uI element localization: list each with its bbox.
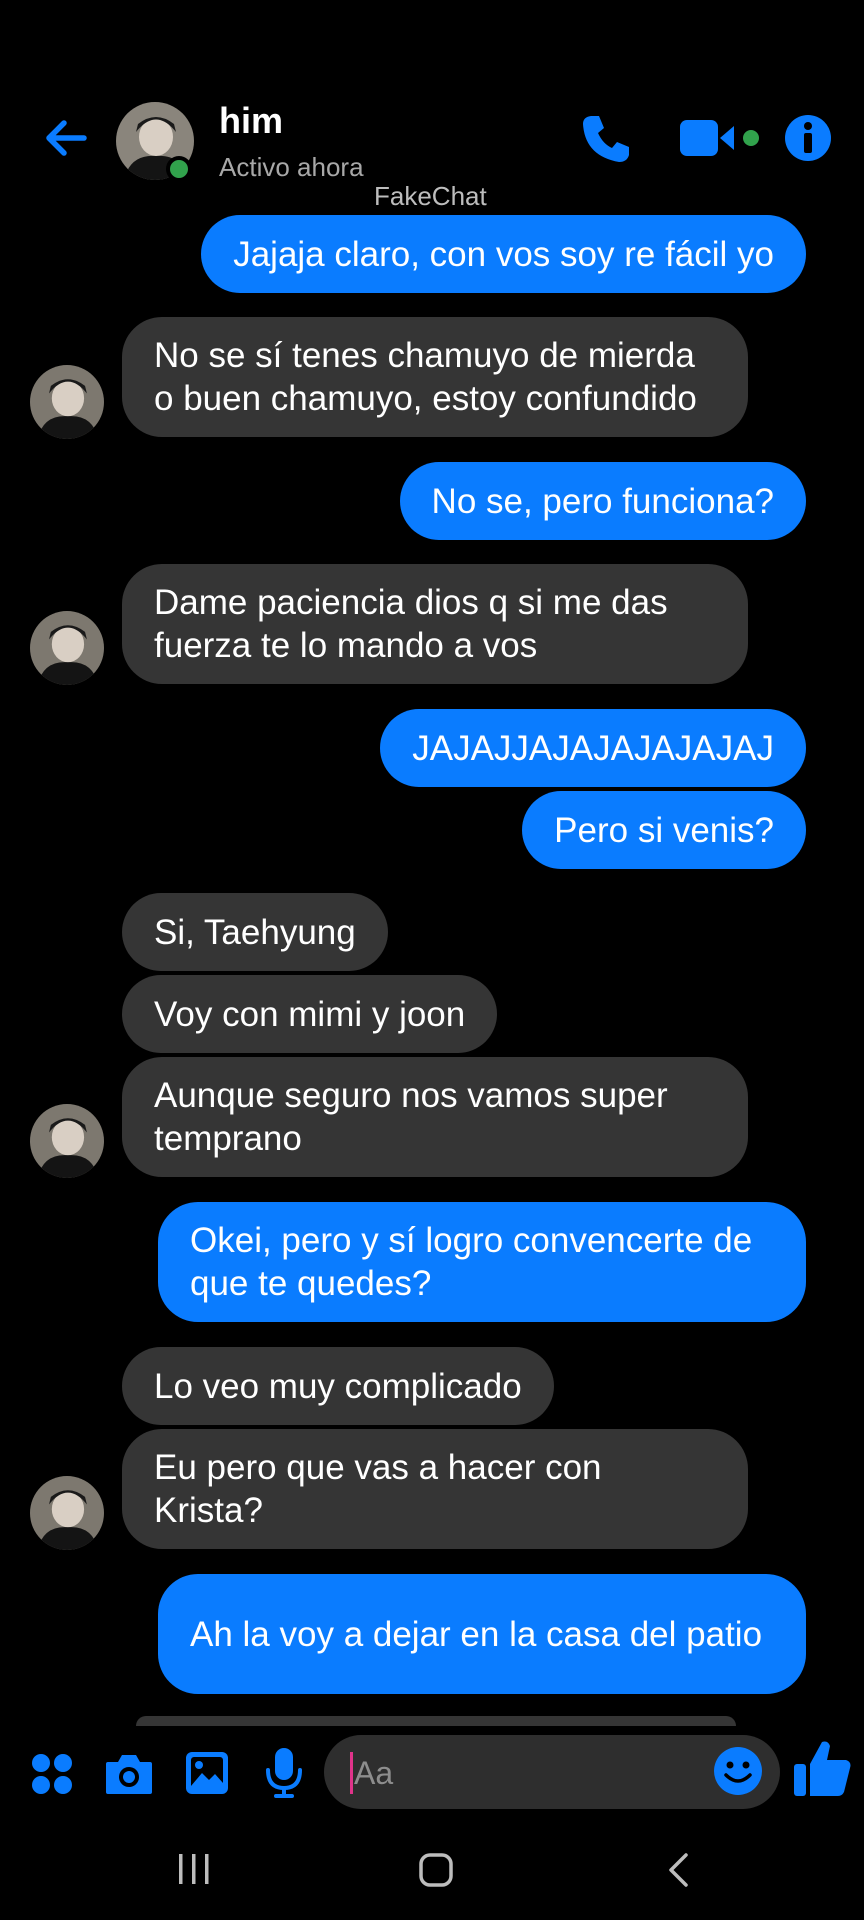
message-outgoing[interactable]: Jajaja claro, con vos soy re fácil yo — [201, 215, 806, 293]
contact-name[interactable]: him — [219, 100, 283, 142]
back-arrow-icon[interactable] — [40, 112, 92, 164]
message-incoming[interactable]: Lo veo muy complicado — [122, 1347, 554, 1425]
message-incoming[interactable]: No se sí tenes chamuyo de mierda o buen … — [122, 317, 748, 437]
image-icon[interactable] — [184, 1750, 230, 1796]
partial-message — [136, 1716, 736, 1726]
contact-avatar-small — [30, 1476, 104, 1550]
message-outgoing[interactable]: Pero si venis? — [522, 791, 806, 869]
info-icon[interactable] — [783, 113, 833, 163]
contact-avatar-small — [30, 365, 104, 439]
message-incoming[interactable]: Dame paciencia dios q si me das fuerza t… — [122, 564, 748, 684]
thumbs-up-icon[interactable] — [792, 1738, 854, 1800]
recent-apps-icon[interactable] — [176, 1852, 212, 1886]
message-outgoing[interactable]: No se, pero funciona? — [399, 462, 806, 540]
message-incoming[interactable]: Aunque seguro nos vamos super temprano — [122, 1057, 748, 1177]
camera-icon[interactable] — [104, 1750, 154, 1796]
phone-icon[interactable] — [579, 112, 633, 166]
message-input-placeholder: Aa — [354, 1755, 394, 1791]
back-nav-icon[interactable] — [664, 1852, 692, 1888]
contact-avatar-small — [30, 611, 104, 685]
message-incoming[interactable]: Si, Taehyung — [122, 893, 388, 971]
message-incoming[interactable]: Voy con mimi y joon — [122, 975, 498, 1053]
microphone-icon[interactable] — [264, 1746, 304, 1800]
message-incoming[interactable]: Eu pero que vas a hacer con Krista? — [122, 1429, 748, 1549]
online-indicator — [166, 156, 192, 182]
four-dots-icon[interactable] — [30, 1752, 74, 1796]
home-icon[interactable] — [418, 1852, 454, 1888]
watermark-text: FakeChat — [374, 181, 487, 211]
message-outgoing[interactable]: Ah la voy a dejar en la casa del patio — [158, 1574, 806, 1694]
contact-status: Activo ahora — [219, 152, 364, 182]
contact-avatar-small — [30, 1104, 104, 1178]
text-cursor — [350, 1752, 353, 1794]
emoji-icon[interactable] — [712, 1745, 764, 1797]
message-outgoing[interactable]: Okei, pero y sí logro convencerte de que… — [158, 1202, 806, 1322]
video-camera-icon[interactable] — [680, 118, 760, 158]
message-outgoing[interactable]: JAJAJJAJAJAJAJAJAJ — [380, 709, 806, 787]
